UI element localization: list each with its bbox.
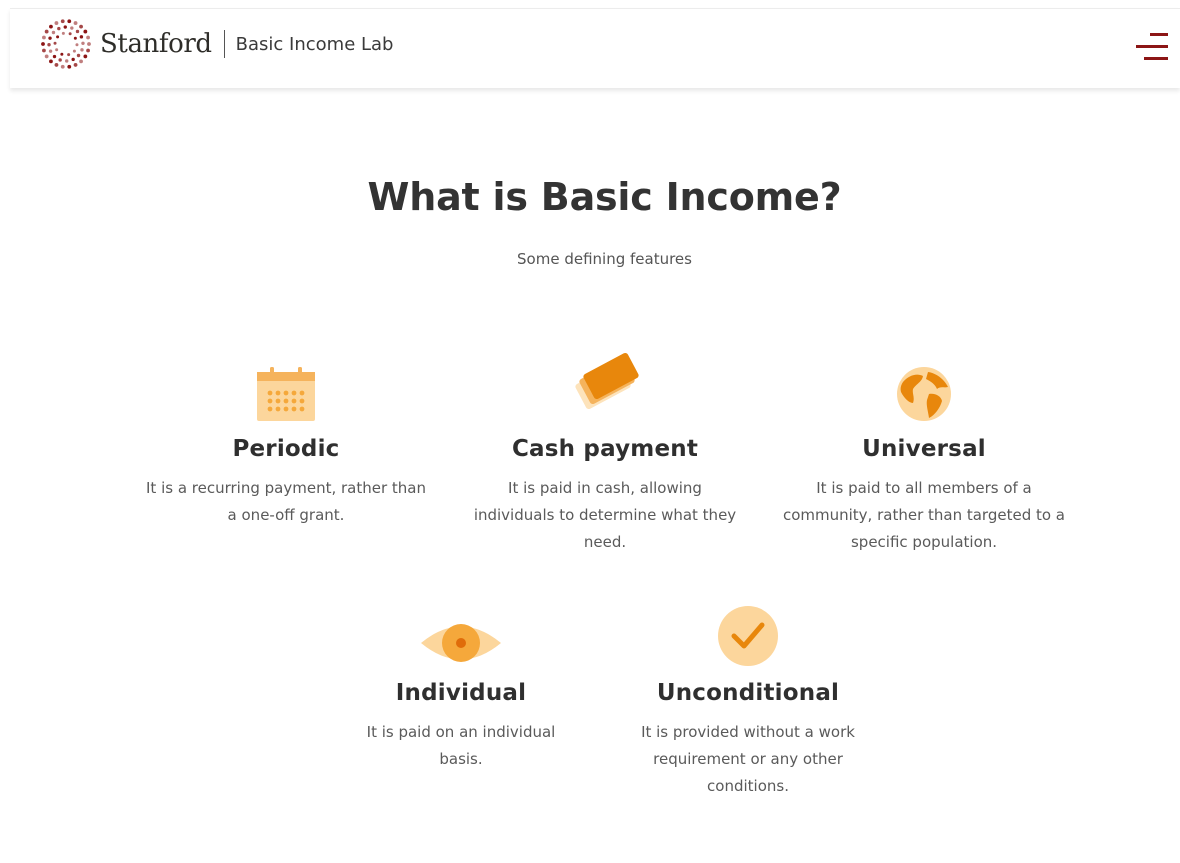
calendar-icon — [257, 367, 315, 421]
feature-label: Periodic — [232, 436, 340, 462]
lab-name: Basic Income Lab — [235, 33, 394, 55]
feature-description: It is paid in cash, allowing individuals… — [473, 479, 737, 551]
feature-description: It is provided without a work requiremen… — [641, 723, 855, 795]
cash-bills-icon — [575, 352, 639, 410]
feature-label: Universal — [862, 436, 986, 462]
eye-icon — [421, 624, 501, 662]
checkmark-circle-icon — [718, 606, 778, 666]
feature-description: It is a recurring payment, rather than a… — [146, 479, 426, 524]
globe-icon — [897, 367, 951, 421]
page-title: What is Basic Income? — [367, 175, 842, 219]
site-header: Stanford Basic Income Lab — [10, 8, 1180, 88]
brand-wordmark: Stanford — [100, 29, 212, 59]
feature-individual: Individual It is paid on an individual b… — [350, 612, 572, 782]
feature-universal: Universal It is paid to all members of a… — [781, 365, 1067, 565]
feature-label: Cash payment — [511, 436, 699, 462]
hamburger-menu-icon — [1136, 33, 1168, 60]
feature-periodic: Periodic It is a recurring payment, rath… — [140, 360, 432, 540]
feature-description: It is paid on an individual basis. — [366, 723, 556, 768]
menu-button[interactable] — [1134, 31, 1170, 63]
feature-description: It is paid to all members of a community… — [782, 479, 1066, 551]
feature-cash-payment: Cash payment It is paid in cash, allowin… — [466, 350, 744, 560]
page-subtitle: Some defining features — [517, 250, 692, 268]
site-logo[interactable]: Stanford Basic Income Lab — [40, 18, 393, 70]
brand-divider — [223, 30, 225, 58]
feature-label: Individual — [395, 680, 527, 706]
feature-unconditional: Unconditional It is provided without a w… — [622, 605, 874, 805]
feature-label: Unconditional — [656, 680, 840, 706]
stanford-seal-icon — [41, 19, 91, 69]
